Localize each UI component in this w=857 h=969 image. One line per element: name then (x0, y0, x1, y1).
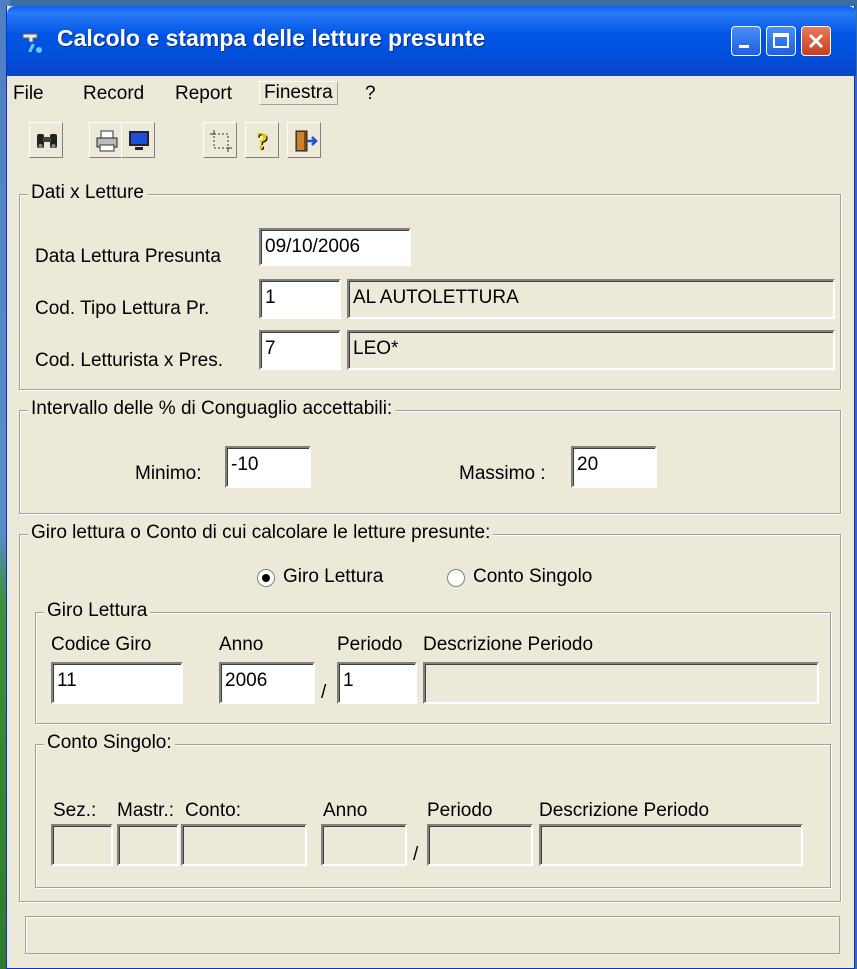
toolbar: ? ? (7, 114, 856, 174)
mastr-field[interactable] (117, 824, 179, 866)
conto-descrizione-label: Descrizione Periodo (539, 800, 710, 821)
conto-label: Conto: (185, 800, 241, 821)
giro-conto-label: Giro lettura o Conto di cui calcolare le… (28, 522, 494, 544)
conto-slash: / (413, 844, 419, 865)
data-lettura-label: Data Lettura Presunta (35, 246, 221, 267)
exit-icon (295, 130, 318, 152)
menu-finestra[interactable]: Finestra (259, 81, 338, 105)
minimo-label: Minimo: (135, 463, 202, 484)
menu-bar: File Record Report Finestra ? (7, 76, 856, 114)
svg-text:?: ? (256, 129, 268, 154)
preview-button[interactable] (121, 122, 155, 158)
sez-field[interactable] (51, 824, 113, 866)
intervallo-label: Intervallo delle % di Conguaglio accetta… (28, 398, 396, 420)
menu-record[interactable]: Record (83, 83, 144, 105)
app-icon (22, 33, 42, 53)
letturista-label: Cod. Letturista x Pres. (35, 350, 223, 371)
dati-letture-label: Dati x Letture (28, 182, 147, 204)
radio-giro-lettura-label[interactable]: Giro Lettura (283, 566, 383, 588)
sez-label: Sez.: (53, 800, 97, 821)
conto-periodo-label: Periodo (427, 800, 493, 821)
window-title: Calcolo e stampa delle letture presunte (57, 25, 486, 51)
giro-descrizione-field (423, 662, 819, 704)
conto-descrizione-field (539, 824, 803, 866)
radio-conto-singolo-label[interactable]: Conto Singolo (473, 566, 592, 588)
search-button[interactable] (29, 122, 63, 158)
monitor-icon (129, 131, 149, 150)
menu-file[interactable]: File (13, 83, 44, 105)
select-icon (210, 130, 232, 152)
select-button[interactable] (203, 122, 237, 158)
letturista-desc-field: LEO* (347, 330, 835, 370)
tipo-lettura-desc-field: AL AUTOLETTURA (347, 279, 835, 319)
conto-singolo-group-label: Conto Singolo: (44, 732, 175, 754)
massimo-field[interactable]: 20 (571, 446, 657, 488)
codice-giro-label: Codice Giro (51, 634, 152, 655)
minimize-icon (739, 45, 749, 48)
menu-report[interactable]: Report (175, 83, 232, 105)
print-button[interactable] (89, 122, 123, 158)
menu-help[interactable]: ? (365, 83, 376, 105)
giro-slash: / (321, 682, 327, 703)
minimize-button[interactable] (731, 26, 761, 56)
letturista-code-field[interactable]: 7 (259, 330, 341, 370)
giro-descrizione-label: Descrizione Periodo (423, 634, 594, 655)
minimo-field[interactable]: -10 (225, 446, 311, 488)
giro-anno-field[interactable]: 2006 (219, 662, 315, 704)
app-window: Calcolo e stampa delle letture presunte … (6, 6, 856, 969)
close-icon (808, 33, 824, 49)
exit-button[interactable] (287, 122, 321, 158)
giro-lettura-group-label: Giro Lettura (44, 600, 151, 622)
mastr-label: Mastr.: (117, 800, 175, 821)
conto-anno-label: Anno (323, 800, 368, 821)
massimo-label: Massimo : (459, 463, 546, 484)
radio-conto-singolo[interactable] (447, 569, 465, 587)
printer-icon (96, 130, 118, 152)
tipo-lettura-code-field[interactable]: 1 (259, 279, 341, 319)
tipo-lettura-label: Cod. Tipo Lettura Pr. (35, 298, 210, 319)
data-lettura-field[interactable]: 09/10/2006 (259, 228, 411, 266)
giro-periodo-label: Periodo (337, 634, 403, 655)
title-bar[interactable]: Calcolo e stampa delle letture presunte (7, 6, 856, 76)
maximize-icon (773, 33, 789, 48)
giro-anno-label: Anno (219, 634, 264, 655)
codice-giro-field[interactable]: 11 (51, 662, 183, 704)
conto-field[interactable] (181, 824, 307, 866)
radio-giro-lettura[interactable] (257, 569, 275, 587)
binoculars-icon (37, 134, 57, 148)
help-button[interactable]: ? ? (245, 122, 279, 158)
maximize-button[interactable] (766, 26, 796, 56)
conto-anno-field[interactable] (321, 824, 407, 866)
close-button[interactable] (801, 26, 831, 56)
help-icon: ? ? (256, 129, 269, 154)
giro-periodo-field[interactable]: 1 (337, 662, 417, 704)
intervallo-group: Intervallo delle % di Conguaglio accetta… (19, 398, 841, 514)
status-bar (25, 916, 840, 954)
conto-periodo-field[interactable] (427, 824, 533, 866)
